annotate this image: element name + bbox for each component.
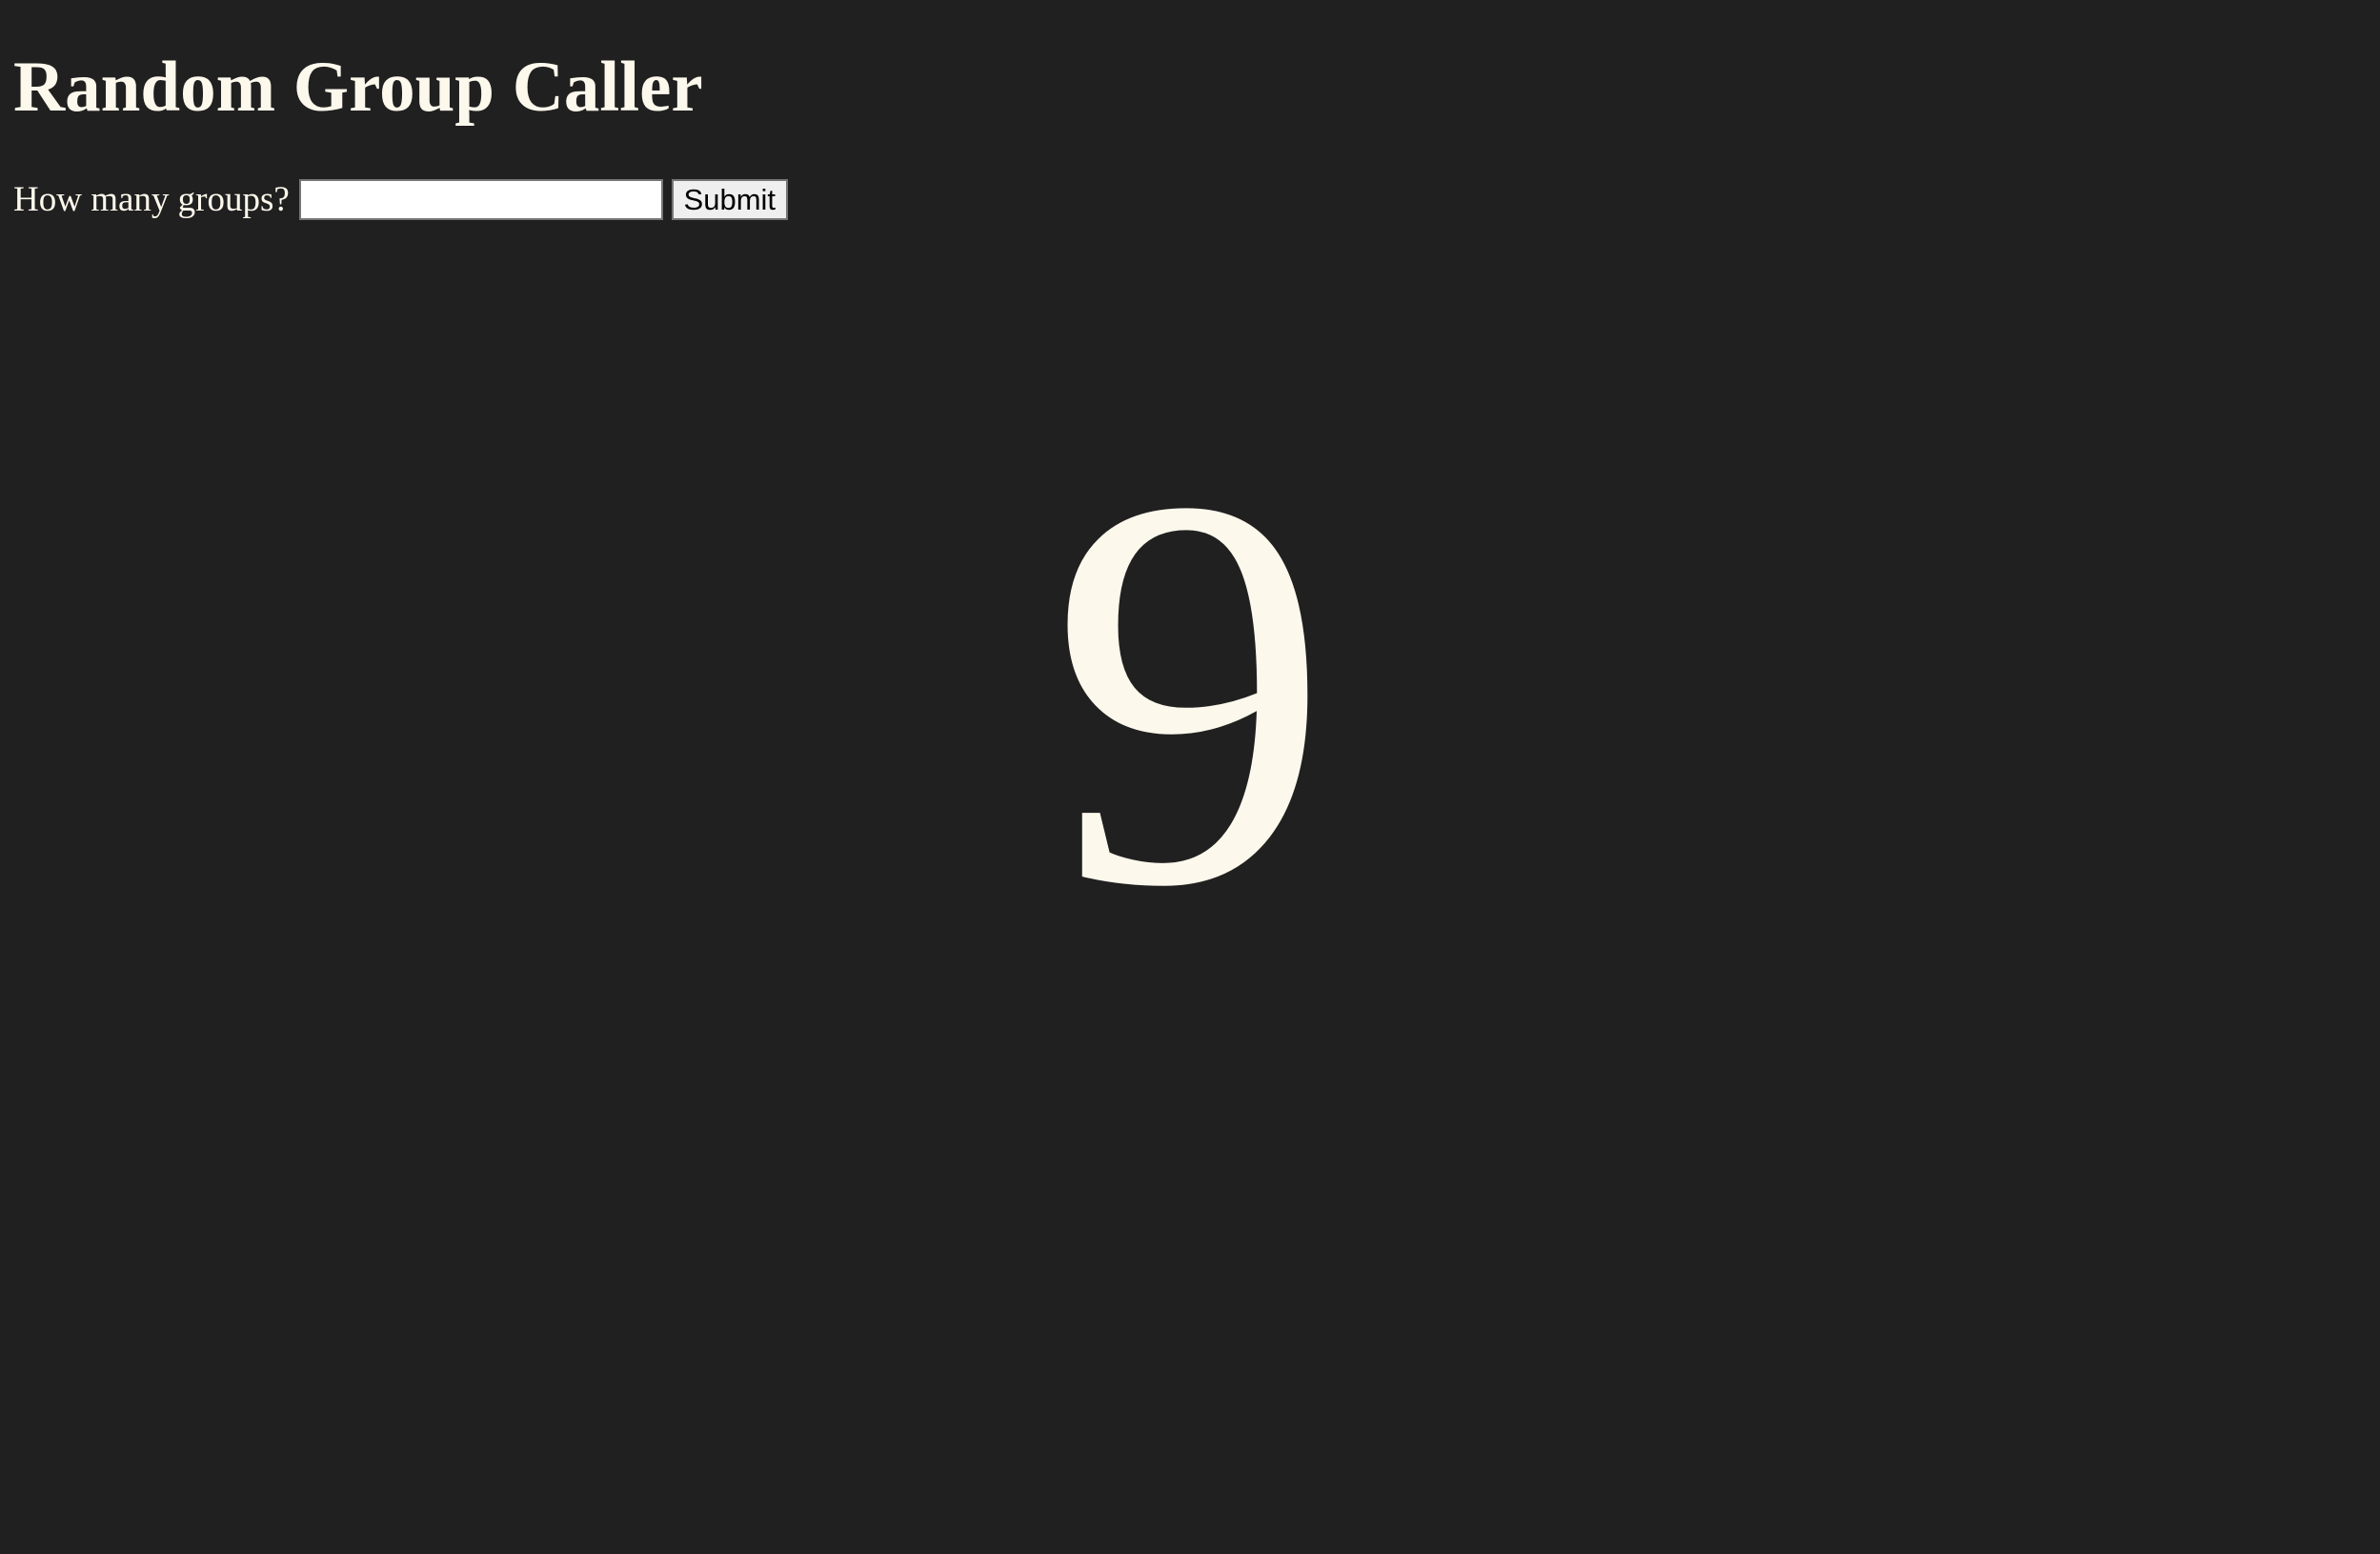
called-group-number: 9 bbox=[1049, 379, 1331, 1002]
group-count-form: How many groups? Submit bbox=[13, 178, 788, 220]
groups-input[interactable] bbox=[298, 178, 663, 220]
submit-button[interactable]: Submit bbox=[671, 178, 788, 220]
random-group-caller-page: Random Group Caller How many groups? Sub… bbox=[0, 0, 2380, 1554]
page-title: Random Group Caller bbox=[13, 48, 703, 127]
groups-label: How many groups? bbox=[13, 179, 290, 219]
